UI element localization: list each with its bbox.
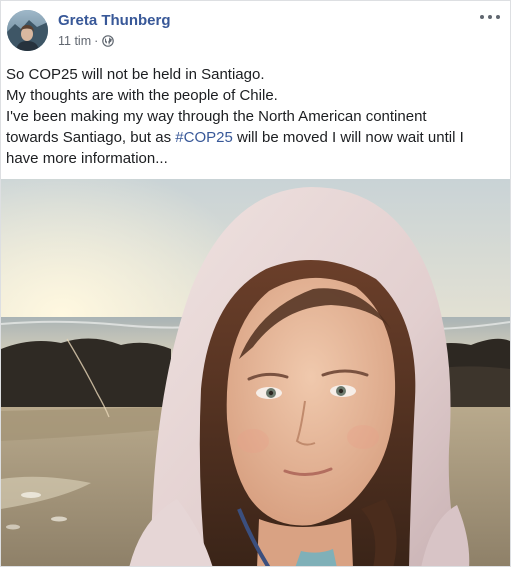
more-dot-icon [488, 15, 492, 19]
author-avatar[interactable] [7, 10, 48, 51]
post-text-line: towards Santiago, but as #COP25 will be … [6, 127, 501, 148]
hashtag-link[interactable]: #COP25 [175, 129, 233, 146]
post-meta: 11 tim · [58, 34, 115, 48]
facebook-post: Greta Thunberg 11 tim · So COP25 will no… [0, 0, 511, 567]
globe-icon[interactable] [102, 35, 115, 47]
more-dot-icon [480, 15, 484, 19]
post-timestamp[interactable]: 11 tim [58, 34, 91, 48]
post-text-line: My thoughts are with the people of Chile… [6, 87, 278, 104]
more-options-icon[interactable] [480, 9, 500, 25]
post-text: So COP25 will not be held in Santiago. M… [6, 64, 501, 169]
post-text-fragment: towards Santiago, but as [6, 129, 176, 146]
post-text-line: I've been making my way through the Nort… [6, 108, 427, 125]
post-header: Greta Thunberg 11 tim · [1, 1, 510, 63]
more-dot-icon [496, 15, 500, 19]
post-photo[interactable] [1, 179, 510, 566]
author-name[interactable]: Greta Thunberg [58, 12, 171, 29]
meta-separator: · [94, 34, 99, 48]
post-text-line: have more information... [6, 150, 168, 167]
post-text-line: So COP25 will not be held in Santiago. [6, 66, 265, 83]
post-text-fragment: will be moved I will now wait until I [232, 129, 464, 146]
